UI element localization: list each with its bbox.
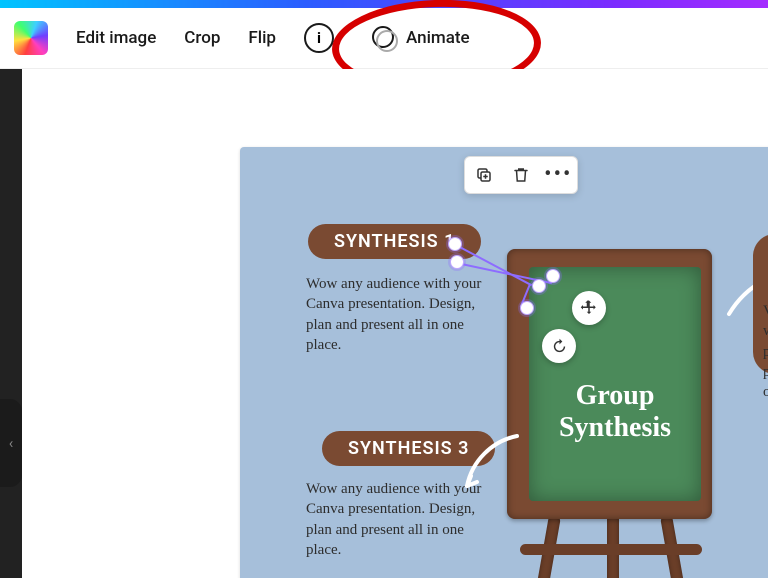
chalkboard: Group Synthesis [529, 267, 701, 501]
motion-path-node[interactable] [546, 269, 560, 283]
edit-image-button[interactable]: Edit image [76, 28, 156, 48]
move-icon [580, 299, 598, 317]
color-picker-swatch[interactable] [14, 21, 48, 55]
left-rail: ‹ [0, 69, 22, 578]
synthesis-3-body[interactable]: Wow any audience with your Canva present… [306, 479, 496, 560]
synthesis-1-body[interactable]: Wow any audience with your Canva present… [306, 274, 496, 355]
motion-path-node[interactable] [450, 255, 464, 269]
snippet: w [763, 323, 768, 339]
snippet: p [763, 364, 768, 380]
editor-workspace: ‹ SYNTHESIS 1 Wow any audience with your… [0, 69, 768, 578]
snippet: p [763, 344, 768, 360]
board-title-line1: Group [576, 380, 655, 411]
motion-path-node[interactable] [532, 279, 546, 293]
rotate-icon [551, 338, 568, 355]
motion-path-node[interactable] [448, 237, 462, 251]
duplicate-icon [475, 166, 493, 184]
rail-collapse-handle[interactable]: ‹ [0, 399, 22, 487]
easel-crossbar [520, 544, 702, 555]
element-context-bar: ••• [464, 156, 578, 194]
trash-icon [512, 166, 530, 184]
connector-arrow [462, 431, 522, 491]
snippet: o [763, 384, 768, 400]
rotate-handle[interactable] [542, 329, 576, 363]
motion-path-node[interactable] [520, 301, 534, 315]
chalkboard-title: Group Synthesis [529, 380, 701, 444]
animate-button[interactable]: Animate [362, 20, 480, 56]
animate-icon [372, 26, 396, 50]
more-options-button[interactable]: ••• [548, 165, 568, 185]
flip-button[interactable]: Flip [248, 28, 276, 48]
move-handle[interactable] [572, 291, 606, 325]
delete-button[interactable] [511, 165, 531, 185]
duplicate-button[interactable] [474, 165, 494, 185]
animate-label: Animate [406, 28, 470, 48]
editor-toolbar: Edit image Crop Flip i Animate [0, 8, 768, 69]
crop-button[interactable]: Crop [184, 28, 220, 48]
info-icon[interactable]: i [304, 23, 334, 53]
canvas-area[interactable]: SYNTHESIS 1 Wow any audience with your C… [22, 69, 768, 578]
easel-graphic[interactable]: Group Synthesis [502, 249, 732, 578]
browser-chrome-accent [0, 0, 768, 8]
snippet: V [763, 303, 768, 319]
synthesis-2-body-partial[interactable]: V w p p o [763, 301, 768, 402]
board-title-line2: Synthesis [559, 412, 671, 443]
